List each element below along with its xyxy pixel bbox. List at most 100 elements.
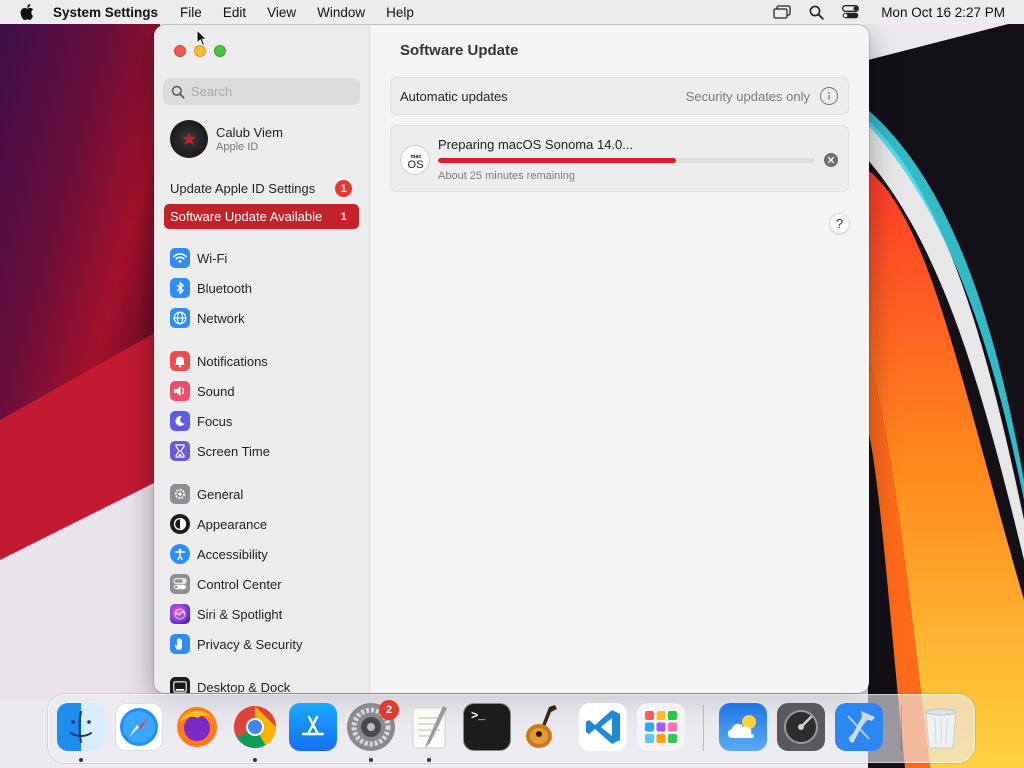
siri-icon <box>170 604 190 624</box>
sidebar-item-label: Notifications <box>197 353 268 369</box>
sidebar-item-screen-time[interactable]: Screen Time <box>170 440 270 462</box>
sidebar-item-general[interactable]: General <box>170 483 243 505</box>
account-name: Calub Viem <box>216 125 283 140</box>
view-menu[interactable]: View <box>267 5 296 20</box>
account-subtitle: Apple ID <box>216 141 259 153</box>
update-progress-bar <box>438 158 815 163</box>
edit-menu[interactable]: Edit <box>223 5 246 20</box>
dock-app-store[interactable] <box>289 703 337 751</box>
textedit-icon <box>412 706 447 749</box>
info-icon[interactable] <box>820 87 838 105</box>
sidebar-item-accessibility[interactable]: Accessibility <box>170 543 268 565</box>
sidebar-item-sound[interactable]: Sound <box>170 380 235 402</box>
dock-xcode[interactable] <box>835 703 883 751</box>
running-indicator <box>79 758 83 762</box>
dock-textedit[interactable] <box>405 703 453 751</box>
notifications-icon <box>170 351 190 371</box>
dock-separator <box>703 705 704 751</box>
sidebar-item-label: Appearance <box>197 516 268 532</box>
hourglass-icon <box>170 441 190 461</box>
automatic-updates-row: Automatic updates Security updates only <box>390 77 849 115</box>
spotlight-search-icon[interactable] <box>807 3 825 21</box>
screen-mirroring-icon[interactable] <box>773 3 791 21</box>
dock-terminal[interactable]: >_ <box>463 703 511 751</box>
automatic-updates-label: Automatic updates <box>400 88 508 104</box>
notice-badge: 1 <box>335 180 352 197</box>
trash-icon <box>925 708 957 749</box>
terminal-prompt: >_ <box>471 709 486 723</box>
sidebar-item-focus[interactable]: Focus <box>170 410 232 432</box>
software-update-available-item[interactable]: Software Update Available 1 <box>164 204 359 229</box>
sidebar-item-wifi[interactable]: Wi-Fi <box>170 247 227 269</box>
window-menu[interactable]: Window <box>317 5 365 20</box>
dock-disk-utility[interactable] <box>777 703 825 751</box>
page-title: Software Update <box>400 42 519 59</box>
hammer-icon <box>847 711 875 743</box>
dock-garageband[interactable] <box>521 703 569 751</box>
app-store-icon <box>301 715 325 736</box>
avatar-emblem-icon <box>182 132 196 145</box>
sidebar-search[interactable] <box>163 78 360 105</box>
dock-icon <box>170 677 190 693</box>
avatar <box>170 120 208 158</box>
sidebar-item-label: Screen Time <box>197 443 270 459</box>
sidebar-item-label: Bluetooth <box>197 280 252 296</box>
launchpad-grid-icon <box>645 711 677 743</box>
update-apple-id-settings-item[interactable]: Update Apple ID Settings 1 <box>164 176 359 201</box>
moon-icon <box>170 411 190 431</box>
automatic-updates-value: Security updates only <box>685 88 810 104</box>
dock-chrome[interactable] <box>231 703 279 751</box>
accessibility-icon <box>170 544 190 564</box>
guitar-icon <box>526 705 557 748</box>
sidebar-item-label: Control Center <box>197 576 282 592</box>
speaker-icon <box>170 381 190 401</box>
help-button[interactable]: ? <box>829 213 850 234</box>
sidebar-item-control-center[interactable]: Control Center <box>170 573 282 595</box>
search-input[interactable] <box>191 84 351 99</box>
sidebar-item-privacy-security[interactable]: Privacy & Security <box>170 633 302 655</box>
app-menu[interactable]: System Settings <box>53 5 158 20</box>
file-menu[interactable]: File <box>180 5 202 20</box>
software-update-card: mac OS Preparing macOS Sonoma 14.0... Ab… <box>390 125 849 192</box>
safari-icon <box>120 708 158 746</box>
control-center-icon <box>170 574 190 594</box>
menu-bar: System Settings File Edit View Window He… <box>0 0 1024 24</box>
sidebar-item-label: Accessibility <box>197 546 268 562</box>
menubar-clock[interactable]: Mon Oct 16 2:27 PM <box>881 5 1005 20</box>
control-center-icon[interactable] <box>841 3 859 21</box>
sidebar-item-siri-spotlight[interactable]: Siri & Spotlight <box>170 603 282 625</box>
update-title: Preparing macOS Sonoma 14.0... <box>438 137 634 152</box>
apple-id-account[interactable]: Calub Viem Apple ID <box>170 120 283 158</box>
dock-separator <box>901 705 902 751</box>
search-icon <box>171 85 185 99</box>
running-indicator <box>253 758 257 762</box>
dock-launchpad[interactable] <box>637 703 685 751</box>
sidebar-item-label: Sound <box>197 383 235 399</box>
dock-vscode[interactable] <box>579 703 627 751</box>
dock-safari[interactable] <box>115 703 163 751</box>
sidebar-item-notifications[interactable]: Notifications <box>170 350 268 372</box>
dock-finder[interactable] <box>57 703 105 751</box>
dock-firefox[interactable] <box>173 703 221 751</box>
macos-icon: mac OS <box>400 145 430 175</box>
dock-trash[interactable] <box>917 703 965 751</box>
system-settings-window: Calub Viem Apple ID Update Apple ID Sett… <box>154 25 869 693</box>
running-indicator <box>369 758 373 762</box>
help-menu[interactable]: Help <box>386 5 414 20</box>
zoom-window-button[interactable] <box>214 45 226 57</box>
sidebar-item-bluetooth[interactable]: Bluetooth <box>170 277 252 299</box>
dock: 2 >_ <box>48 694 975 763</box>
close-window-button[interactable] <box>174 45 186 57</box>
sidebar-item-appearance[interactable]: Appearance <box>170 513 267 535</box>
bluetooth-icon <box>170 278 190 298</box>
sidebar-item-network[interactable]: Network <box>170 307 245 329</box>
cancel-update-icon[interactable] <box>824 153 838 167</box>
disk-utility-icon <box>784 710 818 744</box>
notice-label: Update Apple ID Settings <box>170 181 316 196</box>
dock-weather[interactable] <box>719 703 767 751</box>
sidebar-item-label: Network <box>197 310 245 326</box>
apple-menu-icon[interactable] <box>20 4 34 20</box>
sidebar-item-desktop-dock[interactable]: Desktop & Dock <box>170 676 290 693</box>
sidebar-item-label: Siri & Spotlight <box>197 606 283 622</box>
globe-icon <box>170 308 190 328</box>
